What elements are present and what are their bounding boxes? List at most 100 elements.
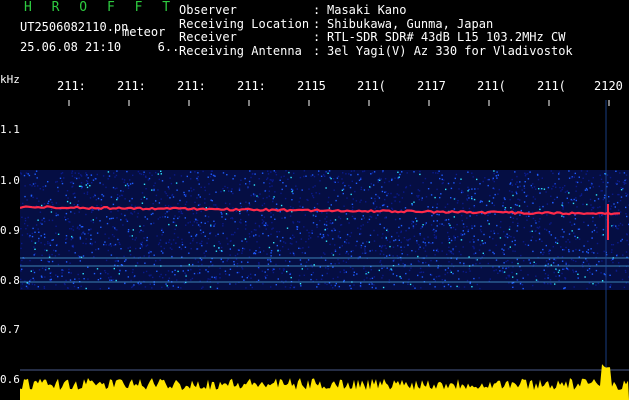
noise-speck [290,188,293,190]
noise-speck [622,254,624,256]
noise-speck [209,231,212,234]
noise-speck [381,267,383,270]
noise-speck [181,244,184,246]
noise-speck [210,199,212,201]
noise-speck [251,173,254,175]
noise-speck [299,205,301,207]
noise-speck [78,177,80,179]
noise-speck [349,235,351,238]
noise-speck [287,248,290,250]
noise-speck [40,235,42,237]
noise-speck [96,173,98,176]
noise-speck [194,171,196,173]
noise-speck [566,268,569,270]
noise-speck [258,178,260,180]
noise-speck [623,182,626,184]
noise-speck [509,198,511,201]
info-row-location: Receiving Location : Shibukawa, Gunma, J… [179,17,573,32]
noise-speck [408,278,410,280]
noise-speck [272,179,274,181]
noise-speck [458,286,460,288]
noise-speck [602,198,604,201]
noise-speck [108,244,110,246]
noise-speck [79,260,81,262]
noise-speck [332,254,335,256]
noise-speck [412,225,415,227]
noise-speck [159,259,161,261]
noise-speck [171,255,173,258]
noise-speck [105,244,107,246]
noise-speck [183,191,185,194]
noise-speck [611,249,613,251]
noise-speck [140,198,142,200]
noise-speck [307,199,309,201]
noise-speck [37,240,40,242]
noise-speck [586,170,588,172]
noise-speck [588,282,591,284]
noise-speck [171,248,173,250]
noise-speck [583,245,585,247]
noise-speck [199,203,201,206]
noise-speck [332,277,334,280]
noise-speck [433,249,435,252]
noise-speck [68,271,70,274]
noise-speck [398,239,400,241]
noise-speck [415,223,417,225]
noise-speck [182,270,184,272]
noise-speck [506,233,508,235]
noise-speck [159,216,161,219]
noise-speck [381,277,383,279]
noise-speck [65,242,67,244]
noise-speck [424,242,426,244]
noise-speck [41,276,43,278]
noise-speck [192,238,194,240]
noise-speck [38,269,41,271]
noise-speck [91,182,93,184]
noise-speck [114,228,116,231]
noise-speck [350,287,352,290]
noise-speck [87,177,89,179]
noise-speck [187,269,189,272]
noise-speck [72,225,74,228]
noise-speck [254,252,257,255]
noise-speck [601,280,604,282]
noise-speck [68,250,70,252]
noise-speck [582,203,584,206]
noise-speck [55,181,57,183]
noise-speck [393,196,395,198]
noise-speck [51,239,53,241]
noise-speck [473,277,475,280]
noise-speck [31,240,33,242]
noise-speck [447,182,450,185]
y-tick-label: 1.0 [0,174,20,187]
info-separator: : [313,43,321,58]
noise-speck [586,260,588,262]
noise-speck [147,179,150,181]
noise-speck [155,260,157,262]
noise-speck [264,190,266,192]
noise-speck [83,278,85,280]
noise-speck [625,182,627,185]
noise-speck [325,171,327,173]
noise-speck [240,205,242,208]
noise-speck [201,263,203,266]
noise-speck [391,235,393,238]
noise-speck [449,224,451,227]
noise-speck [100,204,103,207]
noise-speck [493,204,495,207]
noise-speck [604,194,606,197]
noise-speck [564,191,567,193]
noise-speck [609,286,611,288]
noise-speck [608,196,610,198]
noise-speck [425,255,428,257]
noise-speck [127,276,129,278]
noise-speck [283,270,285,272]
noise-speck [125,259,127,261]
noise-speck [430,224,433,226]
noise-speck [410,263,412,265]
noise-speck [334,249,337,251]
noise-speck [44,276,46,278]
noise-speck [161,286,163,289]
noise-speck [132,229,134,231]
noise-speck [275,284,277,286]
